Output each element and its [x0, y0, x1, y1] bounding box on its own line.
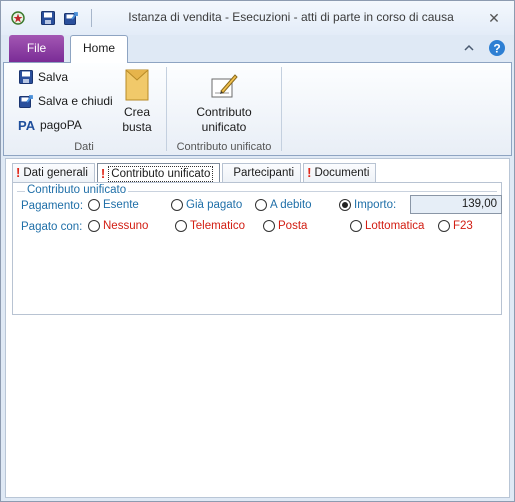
radio-circle: [88, 199, 100, 211]
help-icon[interactable]: ?: [488, 39, 506, 57]
contributo-label: Contributo: [196, 105, 252, 119]
tab-partecipanti[interactable]: Partecipanti: [222, 163, 302, 182]
radio-label: Lottomatica: [365, 220, 425, 232]
radio-posta[interactable]: Posta: [263, 220, 307, 232]
radio-lottomatica[interactable]: Lottomatica: [350, 220, 424, 232]
radio-circle: [88, 220, 100, 232]
radio-label: Telematico: [190, 220, 245, 232]
contributo-unificato-button[interactable]: Contributo unificato: [184, 71, 264, 135]
tab-dati-generali[interactable]: ! Dati generali: [12, 163, 95, 182]
radio-label: F23: [453, 220, 473, 232]
tab-file[interactable]: File: [9, 35, 64, 62]
radio-importo[interactable]: Importo:: [339, 199, 396, 211]
window-title: Istanza di vendita - Esecuzioni - atti d…: [128, 10, 454, 24]
radio-label: Nessuno: [103, 220, 149, 232]
radio-circle: [438, 220, 450, 232]
radio-telematico[interactable]: Telematico: [175, 220, 245, 232]
radio-circle: [171, 199, 183, 211]
save-and-close-icon[interactable]: [63, 10, 79, 26]
ribbon-group-separator: [281, 67, 282, 151]
radio-a-debito[interactable]: A debito: [255, 199, 312, 211]
form-tabs: ! Dati generali ! Contributo unificato P…: [12, 163, 378, 183]
radio-label: Già pagato: [186, 199, 243, 211]
app-emblem-icon: [11, 11, 25, 25]
busta-label: busta: [122, 120, 152, 134]
tab-label: Contributo unificato: [108, 165, 214, 182]
save-icon: [19, 70, 33, 84]
tab-contributo-unificato[interactable]: ! Contributo unificato: [96, 163, 221, 183]
salva-e-chiudi-button[interactable]: Salva e chiudi: [18, 90, 113, 112]
groupbox-title: Contributo unificato: [25, 184, 129, 196]
pagopa-button[interactable]: PA pagoPA: [18, 114, 82, 136]
group-label-contributo: Contributo unificato: [176, 141, 272, 153]
radio-circle: [350, 220, 362, 232]
warning-icon: !: [16, 165, 21, 180]
radio-circle: [263, 220, 275, 232]
edit-document-icon: [211, 74, 238, 98]
radio-esente[interactable]: Esente: [88, 199, 139, 211]
crea-label: Crea: [123, 105, 150, 119]
svg-text:?: ?: [494, 42, 501, 56]
radio-nessuno[interactable]: Nessuno: [88, 220, 148, 232]
radio-f23[interactable]: F23: [438, 220, 473, 232]
pagopa-label: pagoPA: [40, 118, 82, 132]
pagopa-icon: PA: [18, 118, 36, 133]
content-area: ! Dati generali ! Contributo unificato P…: [5, 158, 510, 498]
tab-label: Partecipanti: [233, 167, 295, 179]
radio-label: Posta: [278, 220, 308, 232]
ribbon-group-separator: [166, 67, 167, 151]
title-bar: Istanza di vendita - Esecuzioni - atti d…: [1, 1, 514, 35]
tab-label: Dati generali: [23, 167, 88, 179]
radio-label: Esente: [103, 199, 139, 211]
group-label-dati: Dati: [74, 141, 94, 153]
pagato-con-label: Pagato con:: [21, 221, 83, 233]
pagamento-label: Pagamento:: [21, 200, 84, 212]
salva-label: Salva: [38, 70, 69, 84]
salva-e-chiudi-label: Salva e chiudi: [38, 94, 113, 108]
radio-label: Importo:: [354, 199, 397, 211]
unificato-label: unificato: [201, 120, 247, 134]
tab-home[interactable]: Home: [70, 35, 128, 63]
salva-button[interactable]: Salva: [18, 66, 68, 88]
tab-documenti[interactable]: ! Documenti: [303, 163, 377, 182]
importo-field[interactable]: 139,00: [410, 195, 502, 214]
contributo-panel: Contributo unificato Pagamento: Esente G…: [12, 182, 502, 315]
radio-gia-pagato[interactable]: Già pagato: [171, 199, 242, 211]
svg-text:PA: PA: [18, 118, 36, 133]
envelope-icon: [125, 69, 149, 101]
qat-separator: [91, 9, 92, 27]
radio-label: A debito: [270, 199, 312, 211]
window: Istanza di vendita - Esecuzioni - atti d…: [0, 0, 515, 502]
save-icon[interactable]: [40, 10, 56, 26]
ribbon-controls: ?: [463, 39, 506, 57]
minimize-ribbon-icon[interactable]: [463, 42, 475, 54]
close-button[interactable]: ✕: [485, 9, 503, 27]
save-and-close-icon: [19, 95, 33, 108]
ribbon: Salva Salva e chiudi PA pagoPA Crea bust…: [3, 62, 512, 156]
warning-icon: !: [100, 165, 106, 181]
radio-circle-checked: [339, 199, 351, 211]
crea-busta-button[interactable]: Crea busta: [117, 69, 157, 135]
radio-circle: [255, 199, 267, 211]
radio-circle: [175, 220, 187, 232]
warning-icon: !: [307, 165, 312, 180]
tab-label: Documenti: [314, 167, 370, 179]
ribbon-tab-bar: File Home ?: [1, 35, 514, 63]
